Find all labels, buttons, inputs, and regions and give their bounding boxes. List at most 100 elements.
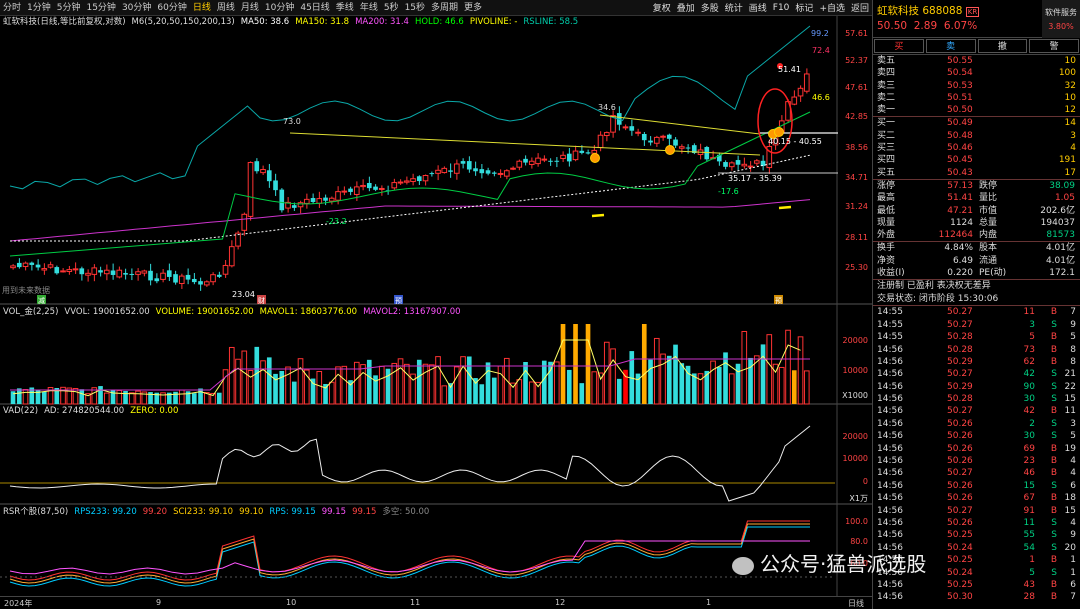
- tick-side: B: [1050, 505, 1057, 516]
- candle: [741, 163, 748, 167]
- candle: [291, 205, 297, 208]
- sector-badge[interactable]: 软件服务 3.80%: [1042, 0, 1080, 38]
- tick-price: 50.28: [947, 344, 973, 355]
- candle: [597, 134, 604, 149]
- period-14[interactable]: 15秒: [402, 0, 428, 16]
- period-4[interactable]: 30分钟: [119, 0, 154, 16]
- volume-bar: [260, 360, 266, 405]
- tick-count: 8: [1070, 344, 1076, 355]
- bids-vol: 191: [1058, 155, 1076, 166]
- volume-bar: [603, 341, 610, 405]
- kline-ytick: 57.61: [845, 29, 868, 38]
- asks-label: 卖三: [877, 80, 896, 91]
- trade-button-3[interactable]: 警: [1029, 39, 1079, 53]
- trade-button-2[interactable]: 撤: [977, 39, 1028, 53]
- volume-bar: [760, 344, 766, 404]
- kline-ytick: 28.11: [845, 233, 868, 242]
- tool-3[interactable]: 统计: [722, 1, 746, 14]
- tick-side: S: [1051, 517, 1057, 528]
- tick-vol: 54: [1023, 542, 1035, 553]
- stats-value: 112464: [938, 230, 973, 241]
- stats-value: 57.13: [947, 180, 973, 191]
- candle: [154, 278, 160, 282]
- tick-side: S: [1051, 369, 1057, 380]
- tick-count: 15: [1064, 394, 1076, 405]
- volume-bar: [616, 378, 622, 404]
- asks-price: 50.51: [947, 92, 973, 103]
- tick-price: 50.26: [947, 480, 973, 491]
- period-0[interactable]: 分时: [0, 0, 24, 16]
- tick-price: 50.25: [947, 555, 973, 566]
- period-11[interactable]: 季线: [333, 0, 357, 16]
- stats2-value: 4.84%: [944, 243, 973, 254]
- period-13[interactable]: 5秒: [381, 0, 402, 16]
- tick-side: B: [1050, 406, 1057, 417]
- tick-count: 22: [1064, 381, 1076, 392]
- volume-bar: [735, 363, 741, 404]
- tool-2[interactable]: 多股: [698, 1, 722, 14]
- vol-value-0: VVOL: 19001652.00: [64, 307, 150, 317]
- period-8[interactable]: 月线: [238, 0, 262, 16]
- tick-time: 14:56: [877, 394, 903, 405]
- period-3[interactable]: 15分钟: [83, 0, 118, 16]
- candle: [129, 273, 135, 275]
- period-16[interactable]: 更多: [461, 0, 485, 16]
- bids-vol: 17: [1064, 167, 1076, 178]
- candle: [22, 262, 29, 268]
- event-badge-label: 预: [775, 296, 782, 305]
- price-change: 2.89: [913, 20, 938, 32]
- volume-bar: [523, 362, 528, 404]
- tick-time: 14:56: [877, 505, 903, 516]
- bids-label: 买二: [877, 130, 896, 141]
- period-7[interactable]: 周线: [214, 0, 238, 16]
- period-2[interactable]: 5分钟: [54, 0, 84, 16]
- candle: [497, 172, 504, 175]
- chart-area[interactable]: 57.61 52.37 47.61 42.85 38.56 34.71 31.24 28.11…: [0, 16, 872, 596]
- tool-0[interactable]: 复权: [650, 1, 674, 14]
- tick-count: 9: [1070, 530, 1076, 541]
- volume-bar: [279, 370, 285, 404]
- period-5[interactable]: 60分钟: [154, 0, 189, 16]
- volume-bar: [391, 362, 398, 405]
- tick-price: 50.27: [947, 369, 973, 380]
- tick-row: 14:56 50.27 42 B 11: [873, 405, 1080, 417]
- asks-vol: 32: [1064, 80, 1076, 91]
- period-1[interactable]: 1分钟: [24, 0, 54, 16]
- period-15[interactable]: 多周期: [428, 0, 461, 16]
- tick-vol: 69: [1023, 443, 1035, 454]
- tool-1[interactable]: 叠加: [674, 1, 698, 14]
- candle: [41, 268, 48, 271]
- period-6[interactable]: 日线: [190, 0, 214, 16]
- stats-label: 最低: [877, 205, 896, 216]
- period-12[interactable]: 年线: [357, 0, 381, 16]
- trade-button-0[interactable]: 买: [874, 39, 924, 53]
- volume-bar: [641, 324, 647, 404]
- period-9[interactable]: 10分钟: [262, 0, 297, 16]
- tick-price: 50.26: [947, 456, 973, 467]
- tick-price: 50.26: [947, 431, 973, 442]
- candle: [653, 136, 660, 144]
- tick-count: 8: [1070, 356, 1076, 367]
- stats-value: 38.09: [1049, 180, 1075, 191]
- trade-button-1[interactable]: 卖: [925, 39, 976, 53]
- hold-line: [9, 111, 811, 257]
- candle: [203, 281, 210, 286]
- candle: [397, 181, 404, 184]
- period-10[interactable]: 45日线: [297, 0, 332, 16]
- listing-info: 注册制 已盈利 表决权无差异: [877, 281, 991, 292]
- volume-bar: [422, 363, 429, 405]
- tool-4[interactable]: 画线: [746, 1, 770, 14]
- tool-6[interactable]: 标记: [792, 1, 816, 14]
- tool-8[interactable]: 返回: [848, 1, 872, 14]
- stats-row: 涨停 57.13 跌停 38.09: [873, 180, 1080, 192]
- stats-value: 81573: [1046, 230, 1075, 241]
- bids-label: 买三: [877, 143, 896, 154]
- candle: [473, 168, 478, 172]
- asks-row: 卖一 50.50 12: [873, 104, 1080, 116]
- tool-5[interactable]: F10: [770, 3, 793, 13]
- tool-7[interactable]: +自选: [816, 1, 848, 14]
- volume-bar: [716, 366, 722, 404]
- tick-vol: 91: [1023, 505, 1035, 516]
- rsr-value-3: 99.10: [239, 507, 264, 517]
- date-tick: 2024年: [4, 599, 33, 608]
